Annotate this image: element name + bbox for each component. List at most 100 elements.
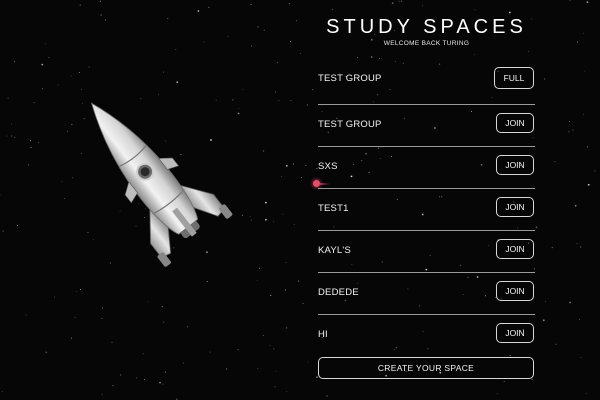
space-name: TEST GROUP [318, 73, 382, 84]
star [281, 175, 282, 177]
space-name: DEDEDE [318, 287, 359, 298]
star [305, 164, 307, 166]
star [208, 6, 210, 8]
star [586, 1, 589, 3]
star [209, 351, 211, 353]
star [101, 317, 103, 319]
star [45, 351, 48, 354]
space-row: DEDEDE JOIN [318, 273, 535, 315]
star [61, 180, 63, 182]
full-button[interactable]: FULL [494, 67, 534, 89]
star [295, 20, 297, 22]
star [531, 378, 533, 380]
star [269, 345, 271, 347]
star [17, 225, 19, 226]
star [112, 384, 114, 386]
star [474, 9, 476, 11]
space-row: TEST1 JOIN [318, 189, 535, 231]
star [186, 326, 188, 328]
star [63, 198, 65, 200]
star [286, 391, 288, 393]
star [75, 290, 77, 292]
star [227, 35, 229, 37]
star [290, 41, 292, 43]
star [574, 204, 577, 207]
space-row: SXS JOIN [318, 147, 535, 189]
star [71, 337, 73, 339]
star [251, 45, 252, 47]
star [503, 381, 505, 383]
star [535, 226, 538, 229]
create-space-button[interactable]: CREATE YOUR SPACE [318, 357, 534, 379]
star [275, 370, 277, 372]
star [285, 165, 288, 167]
star [67, 130, 69, 132]
space-name: TEST GROUP [318, 119, 382, 130]
star [274, 91, 276, 93]
join-button[interactable]: JOIN [496, 155, 534, 175]
star [290, 99, 292, 101]
star [45, 43, 47, 45]
star [262, 334, 264, 336]
star [256, 279, 258, 281]
star [545, 300, 546, 302]
star [391, 2, 394, 4]
star [79, 289, 81, 291]
star [176, 81, 179, 84]
star [28, 164, 30, 166]
star [70, 75, 72, 77]
star [147, 301, 149, 303]
star [584, 70, 586, 72]
star [167, 18, 169, 20]
star [288, 3, 290, 5]
star [41, 63, 44, 66]
star [306, 104, 308, 106]
star [332, 9, 334, 11]
star [278, 100, 280, 101]
star [299, 53, 301, 54]
star [265, 218, 267, 221]
star [203, 41, 205, 43]
star [197, 10, 200, 12]
star [7, 97, 9, 99]
join-button[interactable]: JOIN [496, 281, 534, 301]
star [583, 32, 584, 34]
star [11, 123, 13, 125]
rocket-icon [90, 102, 233, 267]
space-name: KAYL'S [318, 245, 351, 256]
star [48, 57, 50, 58]
star [30, 140, 32, 142]
star [263, 150, 265, 152]
star [576, 243, 578, 245]
join-button[interactable]: JOIN [496, 239, 534, 259]
star [164, 371, 166, 373]
star [569, 0, 571, 2]
star [57, 84, 59, 86]
space-name: HI [318, 329, 328, 340]
star [277, 62, 279, 64]
star [99, 0, 101, 2]
space-row: TEST GROUP FULL [318, 63, 535, 105]
study-spaces-panel: STUDY SPACES WELCOME BACK TURING TEST GR… [318, 14, 535, 379]
star [163, 321, 165, 323]
star [42, 88, 44, 90]
star [496, 393, 498, 395]
star [542, 319, 545, 322]
join-button[interactable]: JOIN [496, 323, 534, 343]
join-button[interactable]: JOIN [496, 113, 534, 133]
star [572, 129, 574, 131]
star [135, 377, 137, 379]
star [582, 113, 584, 115]
star [257, 26, 259, 28]
star [568, 131, 570, 133]
join-button[interactable]: JOIN [496, 197, 534, 217]
star [286, 327, 288, 329]
star [257, 367, 259, 369]
star [251, 219, 252, 221]
star [162, 383, 164, 385]
star [302, 302, 304, 304]
star [569, 120, 571, 122]
star [555, 343, 557, 345]
star [585, 393, 587, 394]
star [273, 348, 275, 350]
